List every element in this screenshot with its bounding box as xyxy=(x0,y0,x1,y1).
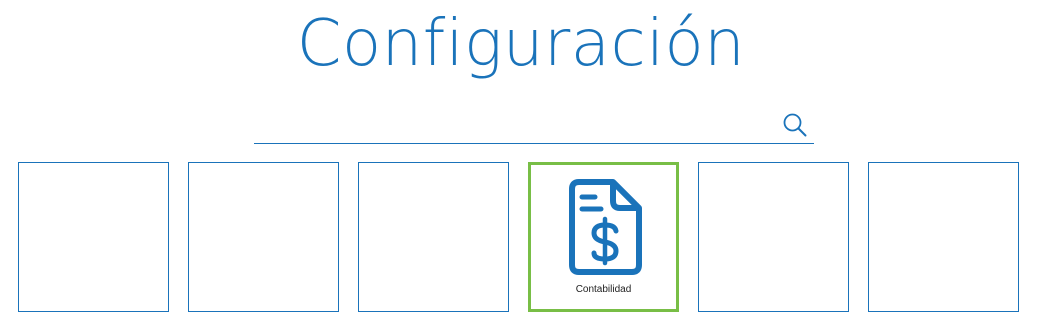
settings-tile-contabilidad[interactable]: Contabilidad xyxy=(528,162,679,312)
search-icon[interactable] xyxy=(782,112,808,138)
tile-label: Contabilidad xyxy=(575,284,632,295)
settings-tile-2[interactable] xyxy=(188,162,339,312)
invoice-dollar-icon xyxy=(569,179,642,275)
search-input[interactable] xyxy=(254,110,774,140)
page-title: Configuración xyxy=(296,7,746,81)
settings-tile-6[interactable] xyxy=(868,162,1019,312)
search-bar xyxy=(254,104,814,144)
settings-tile-1[interactable] xyxy=(18,162,169,312)
settings-tile-5[interactable] xyxy=(698,162,849,312)
settings-tile-3[interactable] xyxy=(358,162,509,312)
settings-tiles: Contabilidad xyxy=(18,162,1028,312)
